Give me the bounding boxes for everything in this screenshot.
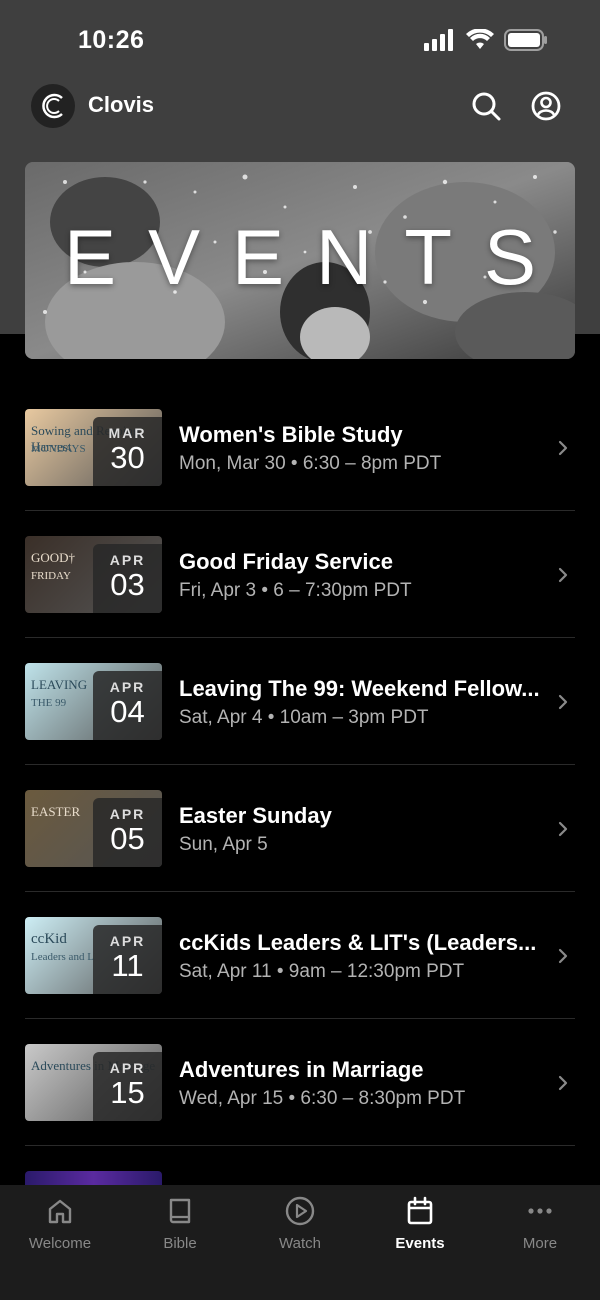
event-row[interactable]: LEAVING THE 99 APR 04 Leaving The 99: Weeken…: [0, 638, 600, 765]
event-thumbnail: Adventures in MarriageAPR15: [25, 1044, 162, 1121]
chevron-right-icon: [558, 440, 568, 456]
date-badge: APR 04: [93, 671, 162, 740]
event-title: ccKids Leaders & LIT's (Leaders...: [179, 930, 537, 955]
status-bar: 10:26: [0, 0, 600, 80]
date-badge: APR 03: [93, 544, 162, 613]
event-thumbnail: EASTER APR 05: [25, 790, 162, 867]
event-thumbnail-subtext: Leaders and LIT's Conference: [31, 951, 95, 963]
event-title: Leaving The 99: Weekend Fellow...: [179, 676, 540, 701]
clovis-logo-icon: [42, 93, 63, 119]
event-thumbnail: Sowing and Reaping Harvest MONDAYS MAR 30: [25, 409, 162, 486]
date-month: APR: [109, 1060, 146, 1076]
date-month: MAR: [108, 425, 147, 441]
event-thumbnail-text: LEAVING: [31, 677, 88, 692]
date-month: APR: [109, 679, 146, 695]
date-badge: APR 05: [93, 798, 162, 867]
event-thumbnail-text: ccKid: [31, 931, 67, 947]
event-row[interactable]: GOOD† FRIDAY APR 03 Good Friday Service Fri, …: [0, 511, 600, 638]
event-title: Women's Bible Study: [179, 422, 403, 447]
tab-watch[interactable]: Watch: [240, 1195, 360, 1252]
status-time: 10:26: [78, 26, 145, 54]
more-icon: [528, 1208, 552, 1214]
app-header: Clovis: [0, 80, 600, 136]
tab-label: More: [522, 1235, 558, 1252]
calendar-icon: [407, 1196, 433, 1225]
event-time: Sun, Apr 5: [179, 834, 268, 855]
chevron-right-icon: [558, 567, 568, 583]
event-row[interactable]: Adventures in MarriageAPR15Adventures in…: [0, 1019, 600, 1146]
battery-icon: [504, 29, 547, 51]
banner-title: EVENTS: [63, 213, 569, 301]
date-day: 30: [110, 440, 145, 475]
app-title: Clovis: [88, 92, 155, 117]
date-day: 11: [111, 948, 144, 983]
event-thumbnail: ccKidLeaders and LIT's ConferenceAPR11: [25, 917, 162, 994]
event-row[interactable]: Sowing and Reaping Harvest MONDAYS MAR 30 Wo…: [0, 384, 600, 511]
wifi-icon: [466, 29, 494, 49]
date-month: APR: [109, 933, 146, 949]
status-icons: [424, 29, 548, 51]
date-day: 15: [110, 1075, 145, 1110]
chevron-right-icon: [558, 948, 568, 964]
event-title: Easter Sunday: [179, 803, 332, 828]
chevron-right-icon: [558, 1075, 568, 1091]
event-title: Adventures in Marriage: [179, 1057, 424, 1082]
event-thumbnail-subtext: FRIDAY: [31, 570, 71, 582]
event-time: Sat, Apr 4 • 10am – 3pm PDT: [179, 707, 429, 728]
tab-bible[interactable]: Bible: [120, 1195, 240, 1252]
tab-label: Bible: [163, 1235, 197, 1252]
event-title: Good Friday Service: [179, 549, 393, 574]
event-time: Sat, Apr 11 • 9am – 12:30pm PDT: [179, 961, 465, 982]
account-icon[interactable]: [530, 90, 562, 122]
date-badge: MAR 30: [93, 417, 162, 486]
date-day: 03: [110, 567, 145, 602]
event-time: Mon, Mar 30 • 6:30 – 8pm PDT: [179, 453, 442, 474]
tab-label: Events: [395, 1235, 445, 1252]
event-row[interactable]: EASTER APR 05 Easter Sunday Sun, Apr 5: [0, 765, 600, 892]
event-thumbnail-subtext: MONDAYS: [31, 443, 86, 455]
cellular-signal-icon: [424, 29, 453, 51]
tab-events[interactable]: Events: [360, 1195, 480, 1252]
event-row[interactable]: ccKidLeaders and LIT's ConferenceAPR11cc…: [0, 892, 600, 1019]
events-banner: EVENTS: [25, 162, 575, 359]
tab-welcome[interactable]: Welcome: [0, 1195, 120, 1252]
date-badge: APR 11: [93, 925, 162, 994]
search-icon[interactable]: [470, 90, 502, 122]
event-thumbnail: GOOD† FRIDAY APR 03: [25, 536, 162, 613]
app-logo[interactable]: [31, 84, 75, 128]
event-time: Fri, Apr 3 • 6 – 7:30pm PDT: [179, 580, 412, 601]
row-divider: [25, 1145, 575, 1146]
home-icon: [48, 1199, 72, 1224]
event-thumbnail-text: GOOD†: [31, 550, 76, 565]
date-month: APR: [109, 806, 146, 822]
event-list: Sowing and Reaping Harvest MONDAYS MAR 30 Wo…: [0, 384, 600, 1146]
play-icon: [285, 1196, 315, 1226]
chevron-right-icon: [558, 694, 568, 710]
tab-more[interactable]: More: [480, 1195, 600, 1252]
event-thumbnail-text: EASTER: [31, 804, 81, 819]
tab-label: Watch: [279, 1235, 321, 1252]
chevron-right-icon: [558, 821, 568, 837]
tab-bar: Welcome Bible Watch Events More: [0, 1185, 600, 1300]
date-day: 05: [110, 821, 145, 856]
date-month: APR: [109, 552, 146, 568]
event-thumbnail-subtext: THE 99: [31, 697, 67, 709]
date-day: 04: [110, 694, 145, 729]
partial-event-thumbnail: [25, 1171, 162, 1185]
tab-label: Welcome: [28, 1235, 92, 1252]
book-icon: [169, 1198, 191, 1224]
event-time: Wed, Apr 15 • 6:30 – 8:30pm PDT: [179, 1088, 466, 1109]
date-badge: APR 15: [93, 1052, 162, 1121]
event-thumbnail: LEAVING THE 99 APR 04: [25, 663, 162, 740]
